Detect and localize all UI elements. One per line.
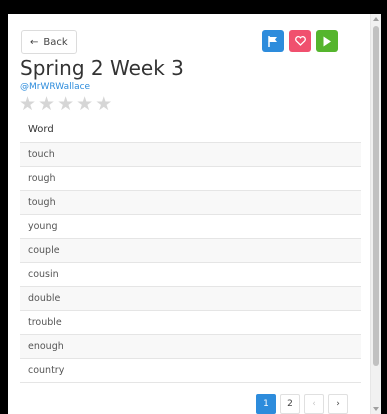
- pagination: 1 2 ‹ ›: [256, 394, 348, 414]
- vertical-scrollbar[interactable]: [370, 14, 381, 414]
- heart-icon: [294, 36, 306, 46]
- play-button[interactable]: [316, 30, 338, 52]
- word-row: tough: [20, 191, 361, 215]
- page-2-button[interactable]: 2: [280, 394, 300, 414]
- arrow-left-icon: ←: [30, 36, 39, 48]
- word-row: rough: [20, 167, 361, 191]
- scrollbar-thumb[interactable]: [373, 26, 379, 366]
- word-row: country: [20, 359, 361, 383]
- scroll-up-arrow-icon[interactable]: [373, 17, 379, 21]
- word-row: young: [20, 215, 361, 239]
- flag-icon: [268, 35, 277, 47]
- star-rating[interactable]: ★ ★ ★ ★ ★: [19, 93, 112, 115]
- star-icon[interactable]: ★: [19, 93, 36, 115]
- flag-button[interactable]: [262, 30, 284, 52]
- star-icon[interactable]: ★: [95, 93, 112, 115]
- favourite-button[interactable]: [289, 30, 311, 52]
- star-icon[interactable]: ★: [57, 93, 74, 115]
- word-row: double: [20, 287, 361, 311]
- back-button[interactable]: ← Back: [21, 30, 77, 54]
- scroll-down-arrow-icon[interactable]: [373, 407, 379, 411]
- word-row: touch: [20, 143, 361, 167]
- word-row: couple: [20, 239, 361, 263]
- author-link[interactable]: @MrWRWallace: [20, 82, 90, 92]
- chevron-left-icon: ‹: [312, 399, 316, 409]
- word-table-body: touch rough tough young couple cousin do…: [20, 143, 361, 383]
- play-icon: [323, 36, 331, 46]
- previous-page-button[interactable]: ‹: [304, 394, 324, 414]
- word-row: trouble: [20, 311, 361, 335]
- back-label: Back: [43, 36, 68, 48]
- chevron-right-icon: ›: [336, 399, 340, 409]
- page-title: Spring 2 Week 3: [20, 56, 184, 80]
- word-column-header: Word: [20, 118, 361, 143]
- next-page-button[interactable]: ›: [328, 394, 348, 414]
- page-1-button[interactable]: 1: [256, 394, 276, 414]
- word-table: Word touch rough tough young couple cous…: [20, 118, 361, 383]
- word-row: cousin: [20, 263, 361, 287]
- star-icon[interactable]: ★: [38, 93, 55, 115]
- star-icon[interactable]: ★: [76, 93, 93, 115]
- word-list-page: ← Back Spring 2 Week 3 @MrWRWallace ★ ★ …: [8, 14, 381, 414]
- word-row: enough: [20, 335, 361, 359]
